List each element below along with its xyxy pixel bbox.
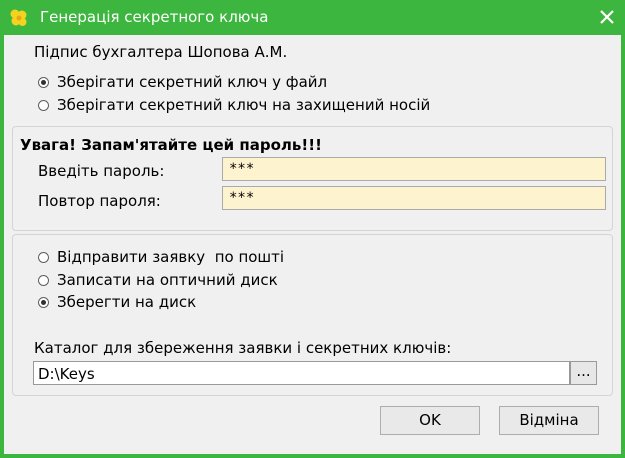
radio-label: Відправити заявку по пошті [57,248,285,266]
radio-send-by-mail[interactable]: Відправити заявку по пошті [38,248,284,266]
cancel-button[interactable]: Відміна [499,406,599,435]
signature-label: Підпис бухгалтера Шопова А.М. [34,43,288,61]
radio-write-optical-disc[interactable]: Записати на оптичний диск [38,271,278,289]
title-bar: Генерація секретного ключа [0,0,625,35]
radio-indicator[interactable] [38,296,49,308]
enter-password-label: Введіть пароль: [38,162,165,180]
radio-save-to-secure-media[interactable]: Зберігати секретний ключ на захищений но… [38,96,430,114]
radio-indicator[interactable] [38,274,49,286]
radio-save-to-disk[interactable]: Зберегти на диск [38,293,196,311]
radio-label: Зберігати секретний ключ на захищений но… [57,96,431,114]
radio-indicator[interactable] [38,99,49,111]
directory-label: Каталог для збереження заявки і секретни… [34,339,452,357]
radio-indicator[interactable] [38,251,49,263]
close-icon[interactable] [595,5,619,29]
radio-save-to-file[interactable]: Зберігати секретний ключ у файл [38,73,327,91]
browse-button[interactable]: ... [570,361,597,385]
radio-label: Зберегти на диск [57,293,197,311]
window-title: Генерація секретного ключа [40,8,269,26]
radio-label: Записати на оптичний диск [57,271,278,289]
repeat-password-label: Повтор пароля: [38,192,161,210]
radio-label: Зберігати секретний ключ у файл [57,73,328,91]
dialog-body: Підпис бухгалтера Шопова А.М. Зберігати … [4,35,621,454]
radio-indicator[interactable] [38,76,49,88]
flower-icon [10,9,27,26]
dialog-window: Генерація секретного ключа Підпис бухгал… [0,0,625,458]
directory-input[interactable]: D:\Keys [33,361,570,385]
repeat-password-field[interactable]: *** [222,186,606,210]
ok-button[interactable]: OK [380,406,480,435]
password-warning: Увага! Запам'ятайте цей пароль!!! [20,136,322,154]
password-field[interactable]: *** [222,157,606,181]
